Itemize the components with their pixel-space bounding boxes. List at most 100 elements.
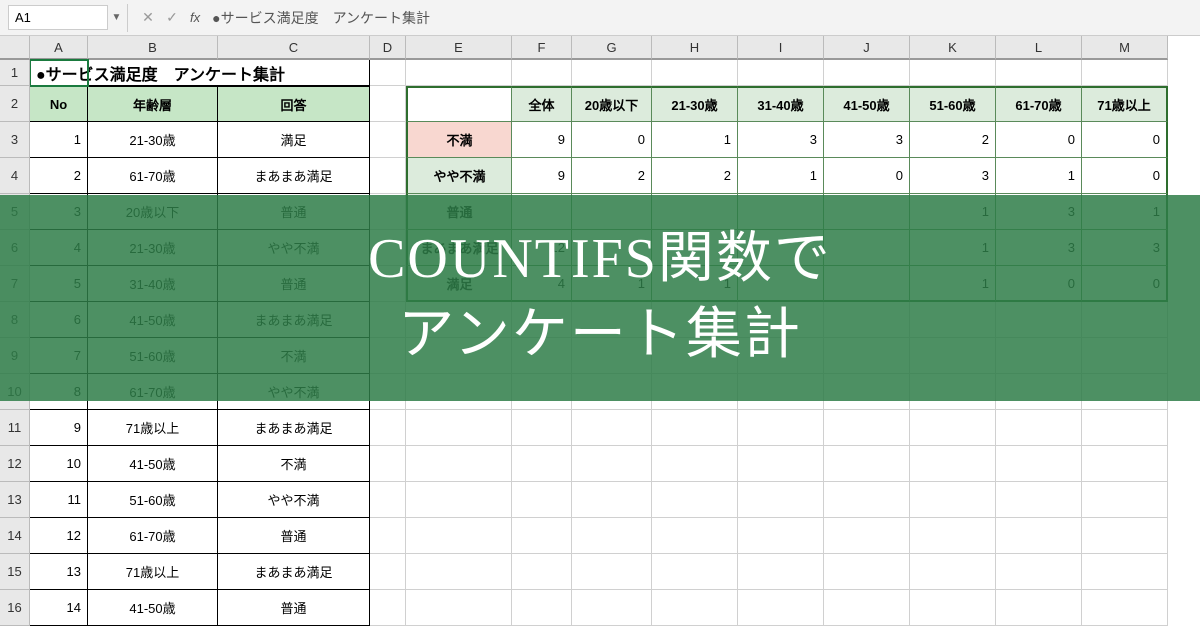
cell[interactable] (824, 482, 910, 518)
cell[interactable] (910, 446, 996, 482)
row-header[interactable]: 4 (0, 158, 30, 194)
cell[interactable] (406, 482, 512, 518)
table-row[interactable]: 14 (30, 590, 88, 626)
cell[interactable] (652, 554, 738, 590)
row-header[interactable]: 1 (0, 60, 30, 86)
table-row[interactable]: 9 (30, 410, 88, 446)
row-header[interactable]: 16 (0, 590, 30, 626)
cell[interactable] (824, 410, 910, 446)
pivot-corner[interactable] (406, 86, 512, 122)
table-row[interactable]: 不満 (218, 446, 370, 482)
cell[interactable] (370, 410, 406, 446)
col-header[interactable]: F (512, 36, 572, 60)
cell[interactable] (512, 410, 572, 446)
cell[interactable] (910, 518, 996, 554)
cell[interactable] (406, 554, 512, 590)
cell[interactable] (1082, 518, 1168, 554)
left-header-age[interactable]: 年齢層 (88, 86, 218, 122)
cell[interactable] (910, 554, 996, 590)
row-header[interactable]: 3 (0, 122, 30, 158)
cell[interactable] (652, 60, 738, 86)
cell[interactable] (512, 60, 572, 86)
cell[interactable] (572, 446, 652, 482)
pivot-cell[interactable]: 1 (996, 158, 1082, 194)
cell[interactable] (910, 590, 996, 626)
cell[interactable] (996, 60, 1082, 86)
table-row[interactable]: 61-70歳 (88, 518, 218, 554)
pivot-cell[interactable]: 2 (910, 122, 996, 158)
cell[interactable] (370, 590, 406, 626)
pivot-col-header[interactable]: 71歳以上 (1082, 86, 1168, 122)
pivot-cell[interactable]: 3 (738, 122, 824, 158)
row-header[interactable]: 13 (0, 482, 30, 518)
pivot-cell[interactable]: 2 (572, 158, 652, 194)
pivot-col-header[interactable]: 31-40歳 (738, 86, 824, 122)
cell[interactable] (370, 86, 406, 122)
cell[interactable] (996, 482, 1082, 518)
table-row[interactable]: 41-50歳 (88, 446, 218, 482)
cell[interactable] (1082, 590, 1168, 626)
table-row[interactable]: 41-50歳 (88, 590, 218, 626)
pivot-row-label[interactable]: 不満 (406, 122, 512, 158)
pivot-cell[interactable]: 3 (824, 122, 910, 158)
table-row[interactable]: 71歳以上 (88, 554, 218, 590)
pivot-cell[interactable]: 1 (652, 122, 738, 158)
cell[interactable] (572, 482, 652, 518)
cell[interactable] (572, 410, 652, 446)
cell[interactable] (652, 518, 738, 554)
cell[interactable] (370, 60, 406, 86)
table-row[interactable]: やや不満 (218, 482, 370, 518)
cell[interactable] (738, 482, 824, 518)
left-header-no[interactable]: No (30, 86, 88, 122)
cell[interactable] (406, 60, 512, 86)
cell[interactable] (824, 590, 910, 626)
table-row[interactable]: 21-30歳 (88, 122, 218, 158)
cell[interactable] (996, 446, 1082, 482)
table-row[interactable]: 満足 (218, 122, 370, 158)
cell[interactable] (996, 590, 1082, 626)
table-row[interactable]: 普通 (218, 590, 370, 626)
cell[interactable] (406, 410, 512, 446)
table-row[interactable]: 1 (30, 122, 88, 158)
cell[interactable] (512, 518, 572, 554)
pivot-cell[interactable]: 9 (512, 122, 572, 158)
cell[interactable] (996, 554, 1082, 590)
cell[interactable] (1082, 482, 1168, 518)
cell[interactable] (652, 410, 738, 446)
pivot-col-header[interactable]: 51-60歳 (910, 86, 996, 122)
col-header[interactable]: L (996, 36, 1082, 60)
table-row[interactable]: 普通 (218, 518, 370, 554)
table-row[interactable]: 71歳以上 (88, 410, 218, 446)
pivot-cell[interactable]: 3 (910, 158, 996, 194)
cancel-icon[interactable]: ✕ (136, 9, 160, 26)
cell[interactable] (370, 482, 406, 518)
table-row[interactable]: 10 (30, 446, 88, 482)
cell[interactable] (824, 446, 910, 482)
cell[interactable] (910, 410, 996, 446)
pivot-col-header[interactable]: 20歳以下 (572, 86, 652, 122)
col-header[interactable]: C (218, 36, 370, 60)
cell[interactable] (512, 590, 572, 626)
pivot-cell[interactable]: 1 (738, 158, 824, 194)
left-header-answer[interactable]: 回答 (218, 86, 370, 122)
cell[interactable] (738, 590, 824, 626)
cell[interactable] (910, 482, 996, 518)
pivot-cell[interactable]: 0 (996, 122, 1082, 158)
table-row[interactable]: 51-60歳 (88, 482, 218, 518)
cell[interactable] (652, 446, 738, 482)
cell[interactable] (370, 554, 406, 590)
cell[interactable] (370, 122, 406, 158)
cell[interactable] (1082, 554, 1168, 590)
cell[interactable] (1082, 60, 1168, 86)
cell[interactable] (512, 554, 572, 590)
row-header[interactable]: 15 (0, 554, 30, 590)
name-box[interactable] (8, 5, 108, 30)
cell[interactable] (370, 518, 406, 554)
pivot-col-header[interactable]: 61-70歳 (996, 86, 1082, 122)
col-header[interactable]: G (572, 36, 652, 60)
col-header[interactable]: J (824, 36, 910, 60)
col-header[interactable]: E (406, 36, 512, 60)
row-header[interactable]: 11 (0, 410, 30, 446)
pivot-cell[interactable]: 0 (824, 158, 910, 194)
pivot-cell[interactable]: 0 (572, 122, 652, 158)
